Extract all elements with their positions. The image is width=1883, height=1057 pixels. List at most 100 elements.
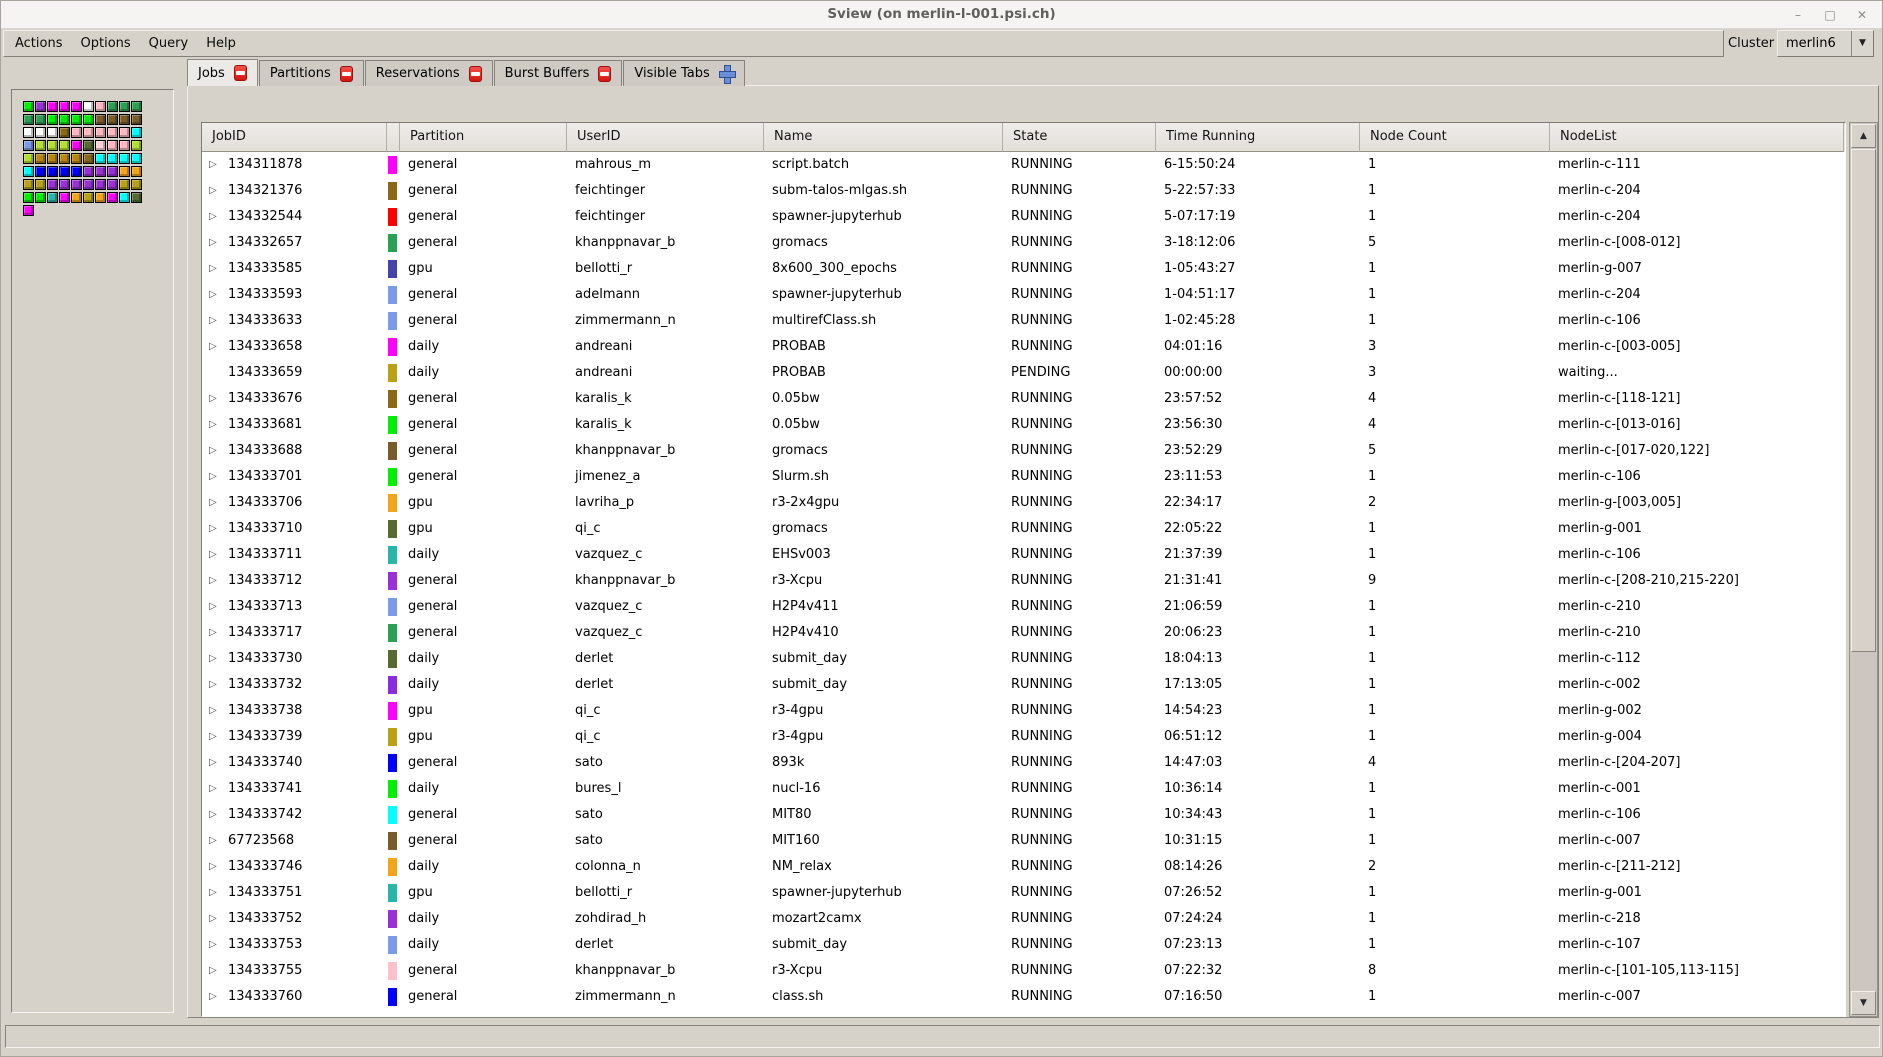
job-row[interactable]: ▷134333738gpuqi_cr3-4gpuRUNNING14:54:231… <box>202 698 1845 724</box>
node-cell[interactable] <box>107 127 118 138</box>
expander-icon[interactable]: ▷ <box>207 698 228 724</box>
node-cell[interactable] <box>47 127 58 138</box>
node-cell[interactable] <box>71 114 82 125</box>
job-row[interactable]: ▷134311878generalmahrous_mscript.batchRU… <box>202 152 1845 178</box>
visible-tabs-plus-icon[interactable] <box>719 65 734 82</box>
column-header-jobid[interactable]: JobID <box>202 123 387 152</box>
expander-icon[interactable]: ▷ <box>207 776 228 802</box>
node-cell[interactable] <box>95 101 106 112</box>
node-cell[interactable] <box>83 192 94 203</box>
maximize-icon[interactable]: □ <box>1822 2 1838 29</box>
job-row[interactable]: ▷134333742generalsatoMIT80RUNNING10:34:4… <box>202 802 1845 828</box>
job-row[interactable]: ▷134333739gpuqi_cr3-4gpuRUNNING06:51:121… <box>202 724 1845 750</box>
node-cell[interactable] <box>95 179 106 190</box>
node-cell[interactable] <box>35 114 46 125</box>
node-cell[interactable] <box>59 140 70 151</box>
expander-icon[interactable]: ▷ <box>207 932 228 958</box>
expander-icon[interactable]: ▷ <box>207 412 228 438</box>
close-icon[interactable]: ✕ <box>1854 2 1870 29</box>
expander-icon[interactable]: ▷ <box>207 230 228 256</box>
node-cell[interactable] <box>119 192 130 203</box>
expander-icon[interactable]: ▷ <box>207 178 228 204</box>
job-row[interactable]: ▷134333706gpulavriha_pr3-2x4gpuRUNNING22… <box>202 490 1845 516</box>
job-row[interactable]: ▷134333701generaljimenez_aSlurm.shRUNNIN… <box>202 464 1845 490</box>
node-cell[interactable] <box>23 153 34 164</box>
node-cell[interactable] <box>23 140 34 151</box>
node-cell[interactable] <box>23 166 34 177</box>
expander-icon[interactable]: ▷ <box>207 438 228 464</box>
job-row[interactable]: ▷134332657generalkhanppnavar_bgromacsRUN… <box>202 230 1845 256</box>
node-cell[interactable] <box>59 101 70 112</box>
node-cell[interactable] <box>59 127 70 138</box>
job-row[interactable]: ▷134333658dailyandreaniPROBABRUNNING04:0… <box>202 334 1845 360</box>
expander-icon[interactable]: ▷ <box>207 204 228 230</box>
node-cell[interactable] <box>119 179 130 190</box>
node-cell[interactable] <box>71 140 82 151</box>
column-header-name[interactable]: Name <box>764 123 1003 152</box>
node-cell[interactable] <box>119 166 130 177</box>
job-row[interactable]: ▷134333741dailybures_lnucl-16RUNNING10:3… <box>202 776 1845 802</box>
tab-jobs[interactable]: Jobs <box>187 59 258 86</box>
node-cell[interactable] <box>83 166 94 177</box>
expander-icon[interactable]: ▷ <box>207 646 228 672</box>
job-row[interactable]: ▷67723568generalsatoMIT160RUNNING10:31:1… <box>202 828 1845 854</box>
column-header-node-count[interactable]: Node Count <box>1360 123 1550 152</box>
node-cell[interactable] <box>83 153 94 164</box>
node-cell[interactable] <box>119 153 130 164</box>
node-cell[interactable] <box>23 127 34 138</box>
node-cell[interactable] <box>119 114 130 125</box>
job-row[interactable]: 134333659dailyandreaniPROBABPENDING00:00… <box>202 360 1845 386</box>
node-cell[interactable] <box>35 166 46 177</box>
node-cell[interactable] <box>107 192 118 203</box>
node-cell[interactable] <box>95 192 106 203</box>
tab-visible-tabs[interactable]: Visible Tabs <box>623 60 744 86</box>
node-cell[interactable] <box>59 179 70 190</box>
expander-icon[interactable]: ▷ <box>207 984 228 1010</box>
column-header-partition[interactable]: Partition <box>400 123 567 152</box>
node-cell[interactable] <box>35 127 46 138</box>
node-cell[interactable] <box>35 101 46 112</box>
expander-icon[interactable]: ▷ <box>207 464 228 490</box>
node-cell[interactable] <box>107 179 118 190</box>
expander-icon[interactable]: ▷ <box>207 854 228 880</box>
node-cell[interactable] <box>83 101 94 112</box>
node-cell[interactable] <box>95 140 106 151</box>
menu-item-help[interactable]: Help <box>197 31 245 56</box>
expander-icon[interactable]: ▷ <box>207 828 228 854</box>
scroll-down-icon[interactable]: ▼ <box>1851 991 1876 1015</box>
node-cell[interactable] <box>95 153 106 164</box>
menu-item-query[interactable]: Query <box>140 31 198 56</box>
node-cell[interactable] <box>23 114 34 125</box>
node-cell[interactable] <box>59 166 70 177</box>
cluster-select[interactable]: merlin6 ▼ <box>1777 30 1874 57</box>
expander-icon[interactable]: ▷ <box>207 958 228 984</box>
node-cell[interactable] <box>95 166 106 177</box>
job-row[interactable]: ▷134333732dailyderletsubmit_dayRUNNING17… <box>202 672 1845 698</box>
job-row[interactable]: ▷134333593generaladelmannspawner-jupyter… <box>202 282 1845 308</box>
job-row[interactable]: ▷134333753dailyderletsubmit_dayRUNNING07… <box>202 932 1845 958</box>
scrollbar-thumb[interactable] <box>1851 149 1876 652</box>
node-cell[interactable] <box>71 166 82 177</box>
node-cell[interactable] <box>59 192 70 203</box>
job-row[interactable]: ▷134333717generalvazquez_cH2P4v410RUNNIN… <box>202 620 1845 646</box>
node-cell[interactable] <box>47 101 58 112</box>
job-row[interactable]: ▷134333711dailyvazquez_cEHSv003RUNNING21… <box>202 542 1845 568</box>
tab-badge-icon[interactable] <box>469 66 482 82</box>
node-cell[interactable] <box>35 192 46 203</box>
node-cell[interactable] <box>35 179 46 190</box>
job-row[interactable]: ▷134333740generalsato893kRUNNING14:47:03… <box>202 750 1845 776</box>
expander-icon[interactable]: ▷ <box>207 386 228 412</box>
node-cell[interactable] <box>59 153 70 164</box>
node-cell[interactable] <box>23 179 34 190</box>
tab-reservations[interactable]: Reservations <box>365 60 493 86</box>
tab-partitions[interactable]: Partitions <box>259 60 364 86</box>
job-row[interactable]: ▷134333688generalkhanppnavar_bgromacsRUN… <box>202 438 1845 464</box>
expander-icon[interactable]: ▷ <box>207 308 228 334</box>
node-cell[interactable] <box>35 140 46 151</box>
node-cell[interactable] <box>71 192 82 203</box>
node-cell[interactable] <box>23 205 34 216</box>
node-cell[interactable] <box>131 166 142 177</box>
node-cell[interactable] <box>119 140 130 151</box>
job-row[interactable]: ▷134333755generalkhanppnavar_br3-XcpuRUN… <box>202 958 1845 984</box>
node-cell[interactable] <box>23 192 34 203</box>
